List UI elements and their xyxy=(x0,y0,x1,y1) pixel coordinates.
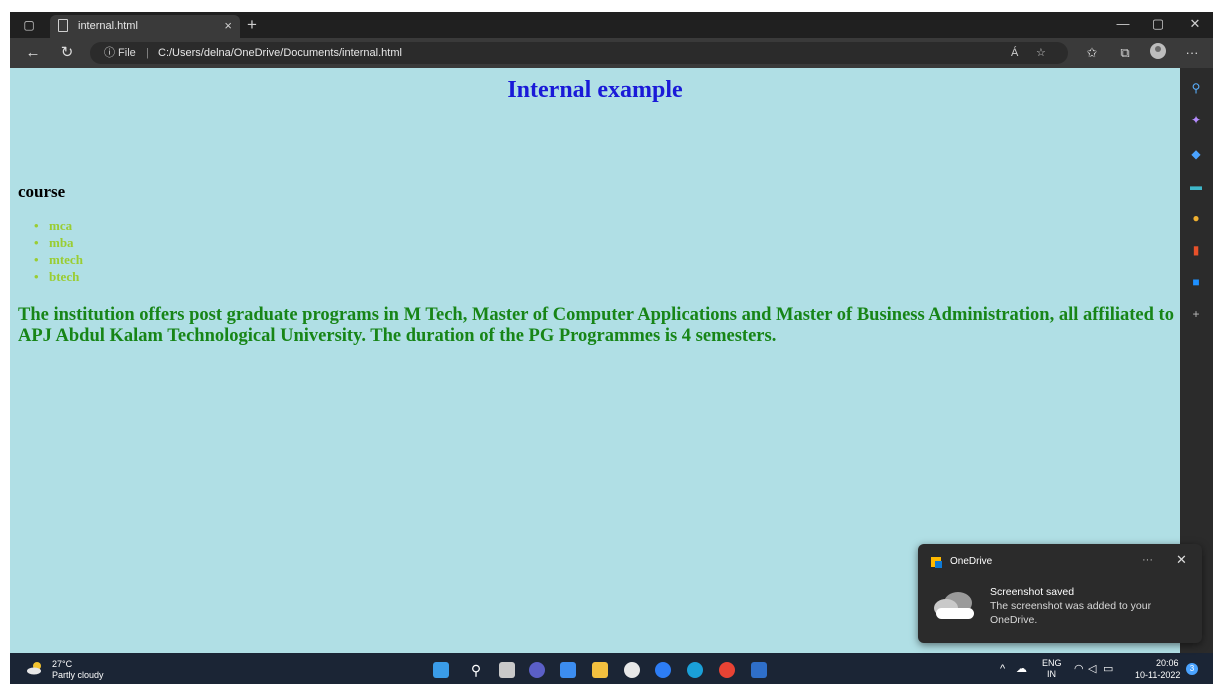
edge-icon[interactable] xyxy=(687,662,703,678)
address-separator: | xyxy=(146,47,149,59)
new-tab-button[interactable]: + xyxy=(247,15,257,35)
toast-more-icon[interactable]: ··· xyxy=(1142,553,1153,567)
shopping-tag-icon[interactable]: ◆ xyxy=(1188,146,1204,162)
profile-avatar-icon[interactable] xyxy=(1150,43,1166,59)
show-hidden-icons-chevron-icon[interactable]: ^ xyxy=(1000,664,1005,675)
search-icon[interactable]: ⚲ xyxy=(1188,80,1204,96)
weather-temperature: 27°C xyxy=(52,659,73,669)
tab-internal-html[interactable]: internal.html × xyxy=(50,15,240,38)
taskbar: 27°C Partly cloudy ⚲ ^ ☁ ENG IN ◠ ◁ ▭ 20… xyxy=(10,653,1213,684)
copilot-sparkle-icon[interactable]: ✦ xyxy=(1188,112,1204,128)
notepad-icon[interactable] xyxy=(751,662,767,678)
task-view-icon[interactable] xyxy=(499,662,515,678)
onedrive-notification[interactable]: OneDrive ··· ✕ Screenshot saved The scre… xyxy=(918,544,1202,643)
taskbar-search-icon[interactable]: ⚲ xyxy=(468,662,484,678)
github-icon[interactable] xyxy=(624,662,640,678)
clock-date[interactable]: 10-11-2022 xyxy=(1135,670,1180,680)
volume-icon[interactable]: ◁ xyxy=(1088,664,1096,675)
course-mba: mba xyxy=(49,235,74,250)
onedrive-app-icon xyxy=(931,557,942,568)
institution-paragraph: The institution offers post graduate pro… xyxy=(18,305,1174,346)
course-btech: btech xyxy=(49,269,80,284)
battery-icon[interactable]: ▭ xyxy=(1103,664,1113,675)
chrome-icon[interactable] xyxy=(719,662,735,678)
file-explorer-icon[interactable] xyxy=(592,662,608,678)
tab-strip: ▢ internal.html × + — ▢ ✕ xyxy=(10,12,1213,38)
page-icon xyxy=(58,19,68,32)
office-icon[interactable]: ▮ xyxy=(1188,242,1204,258)
onedrive-tray-icon[interactable]: ☁ xyxy=(1016,664,1027,675)
notification-badge[interactable]: 3 xyxy=(1186,663,1198,675)
cloud-icon xyxy=(934,592,974,619)
address-bar[interactable]: ⓘ File | C:/Users/delna/OneDrive/Documen… xyxy=(90,42,1068,64)
tab-close-icon[interactable]: × xyxy=(224,18,232,34)
minimize-icon[interactable]: — xyxy=(1108,16,1138,32)
list-item: • mtech xyxy=(34,252,83,267)
list-item: • mba xyxy=(34,235,74,250)
add-sidebar-item-icon[interactable]: + xyxy=(1188,306,1204,322)
language-top[interactable]: ENG xyxy=(1042,658,1062,668)
tab-actions-menu-icon[interactable]: ▢ xyxy=(22,18,36,32)
toast-body: The screenshot was added to your OneDriv… xyxy=(990,600,1152,626)
course-mtech: mtech xyxy=(49,252,83,267)
tab-title: internal.html xyxy=(78,20,138,32)
list-item: • btech xyxy=(34,269,80,284)
weather-condition: Partly cloudy xyxy=(52,670,104,680)
toast-app-name: OneDrive xyxy=(950,556,993,567)
vscode-app-icon[interactable] xyxy=(655,662,671,678)
outlook-icon[interactable]: ■ xyxy=(1188,274,1204,290)
site-info-icon[interactable]: ⓘ File xyxy=(104,45,136,61)
clock-time[interactable]: 20:06 xyxy=(1156,658,1179,668)
read-aloud-icon[interactable]: Á xyxy=(1011,45,1018,61)
refresh-icon[interactable]: ↻ xyxy=(56,44,78,62)
toast-title: Screenshot saved xyxy=(990,586,1075,598)
partly-cloudy-icon[interactable] xyxy=(26,661,44,675)
games-icon[interactable]: ● xyxy=(1188,210,1204,226)
wifi-icon[interactable]: ◠ xyxy=(1074,664,1084,675)
settings-more-icon[interactable]: ··· xyxy=(1182,45,1202,61)
page-heading: Internal example xyxy=(507,77,683,103)
course-list: • mca • mba • mtech • btech xyxy=(34,217,83,285)
course-mca: mca xyxy=(49,218,73,233)
favorites-icon[interactable]: ✩ xyxy=(1082,45,1102,61)
collections-icon[interactable]: ⧉ xyxy=(1115,45,1135,61)
list-item: • mca xyxy=(34,218,73,233)
language-bottom[interactable]: IN xyxy=(1047,669,1056,679)
store-icon[interactable] xyxy=(560,662,576,678)
tools-icon[interactable]: ▬ xyxy=(1188,178,1204,194)
start-windows-icon[interactable] xyxy=(433,662,449,678)
favorite-star-icon[interactable]: ☆ xyxy=(1036,45,1046,61)
close-window-icon[interactable]: ✕ xyxy=(1180,16,1210,32)
toast-close-icon[interactable]: ✕ xyxy=(1176,552,1187,568)
chat-icon[interactable] xyxy=(529,662,545,678)
address-toolbar: ← ↻ ⓘ File | C:/Users/delna/OneDrive/Doc… xyxy=(10,38,1213,68)
url-text[interactable]: C:/Users/delna/OneDrive/Documents/intern… xyxy=(158,45,402,61)
back-arrow-icon[interactable]: ← xyxy=(22,44,44,62)
course-heading: course xyxy=(18,182,66,201)
maximize-icon[interactable]: ▢ xyxy=(1143,16,1173,32)
